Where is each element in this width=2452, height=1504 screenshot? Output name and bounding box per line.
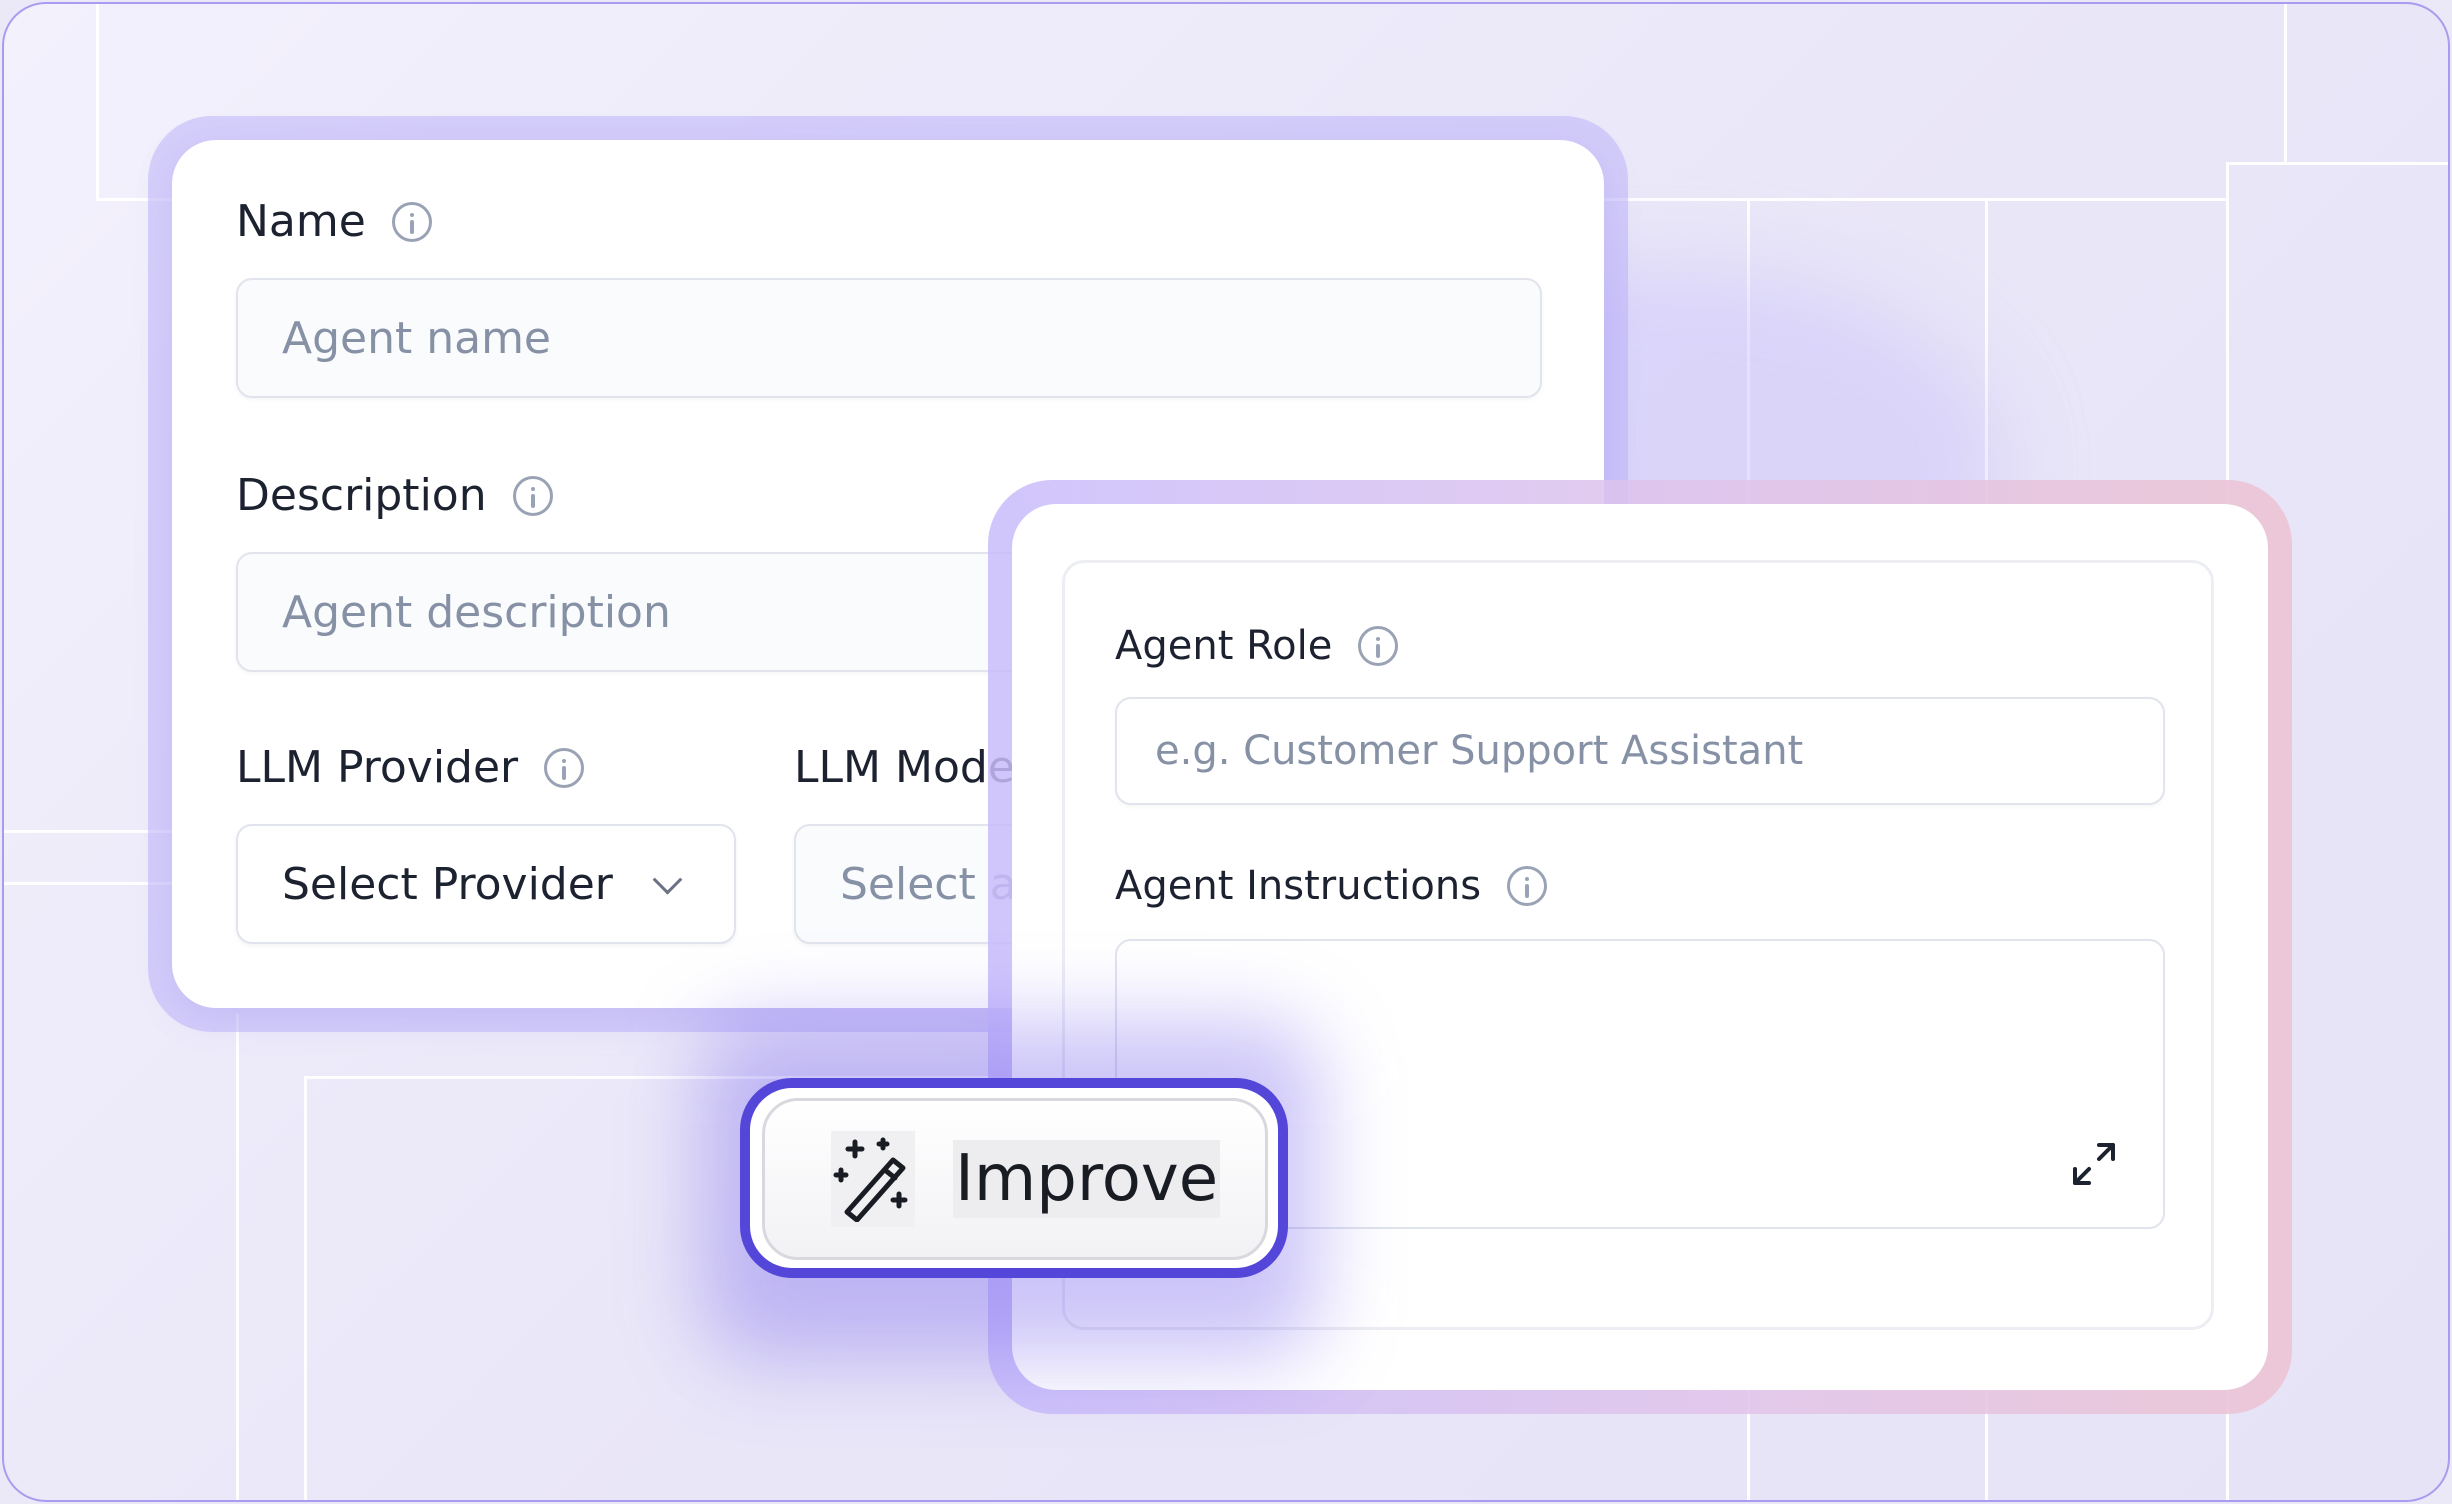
description-label-text: Description: [236, 470, 487, 521]
grid-line: [2226, 162, 2448, 165]
info-icon[interactable]: [544, 747, 585, 788]
name-field-label: Name: [236, 196, 432, 247]
magic-wand-icon: [831, 1131, 915, 1227]
agent-role-placeholder: e.g. Customer Support Assistant: [1155, 728, 1804, 774]
agent-instructions-field-label: Agent Instructions: [1115, 863, 1548, 909]
llm-model-field-label: LLM Mode: [794, 742, 1015, 793]
grid-line: [236, 1014, 239, 1500]
info-icon[interactable]: [1507, 866, 1548, 906]
llm-provider-field-label: LLM Provider: [236, 742, 585, 793]
agent-name-input[interactable]: Agent name: [236, 278, 1542, 398]
expand-icon[interactable]: [2067, 1137, 2121, 1191]
description-field-label: Description: [236, 470, 553, 521]
improve-button-label: Improve: [953, 1140, 1221, 1218]
llm-provider-select[interactable]: Select Provider: [236, 824, 736, 944]
llm-provider-selected: Select Provider: [282, 858, 613, 910]
info-icon[interactable]: [1358, 626, 1399, 666]
agent-name-placeholder: Agent name: [282, 312, 552, 364]
agent-role-label-text: Agent Role: [1115, 623, 1333, 669]
agent-role-input[interactable]: e.g. Customer Support Assistant: [1115, 697, 2165, 805]
grid-line: [2284, 4, 2287, 164]
improve-button[interactable]: Improve: [762, 1098, 1268, 1260]
agent-instructions-label-text: Agent Instructions: [1115, 863, 1482, 909]
grid-line: [304, 1076, 307, 1500]
agent-role-field-label: Agent Role: [1115, 623, 1399, 669]
llm-model-label-text: LLM Mode: [794, 742, 1015, 793]
info-icon[interactable]: [512, 475, 553, 516]
grid-line: [96, 4, 99, 200]
chevron-down-icon: [652, 864, 683, 895]
agent-description-placeholder: Agent description: [282, 586, 671, 638]
info-icon[interactable]: [391, 201, 432, 242]
llm-provider-label-text: LLM Provider: [236, 742, 519, 793]
name-label-text: Name: [236, 196, 366, 247]
